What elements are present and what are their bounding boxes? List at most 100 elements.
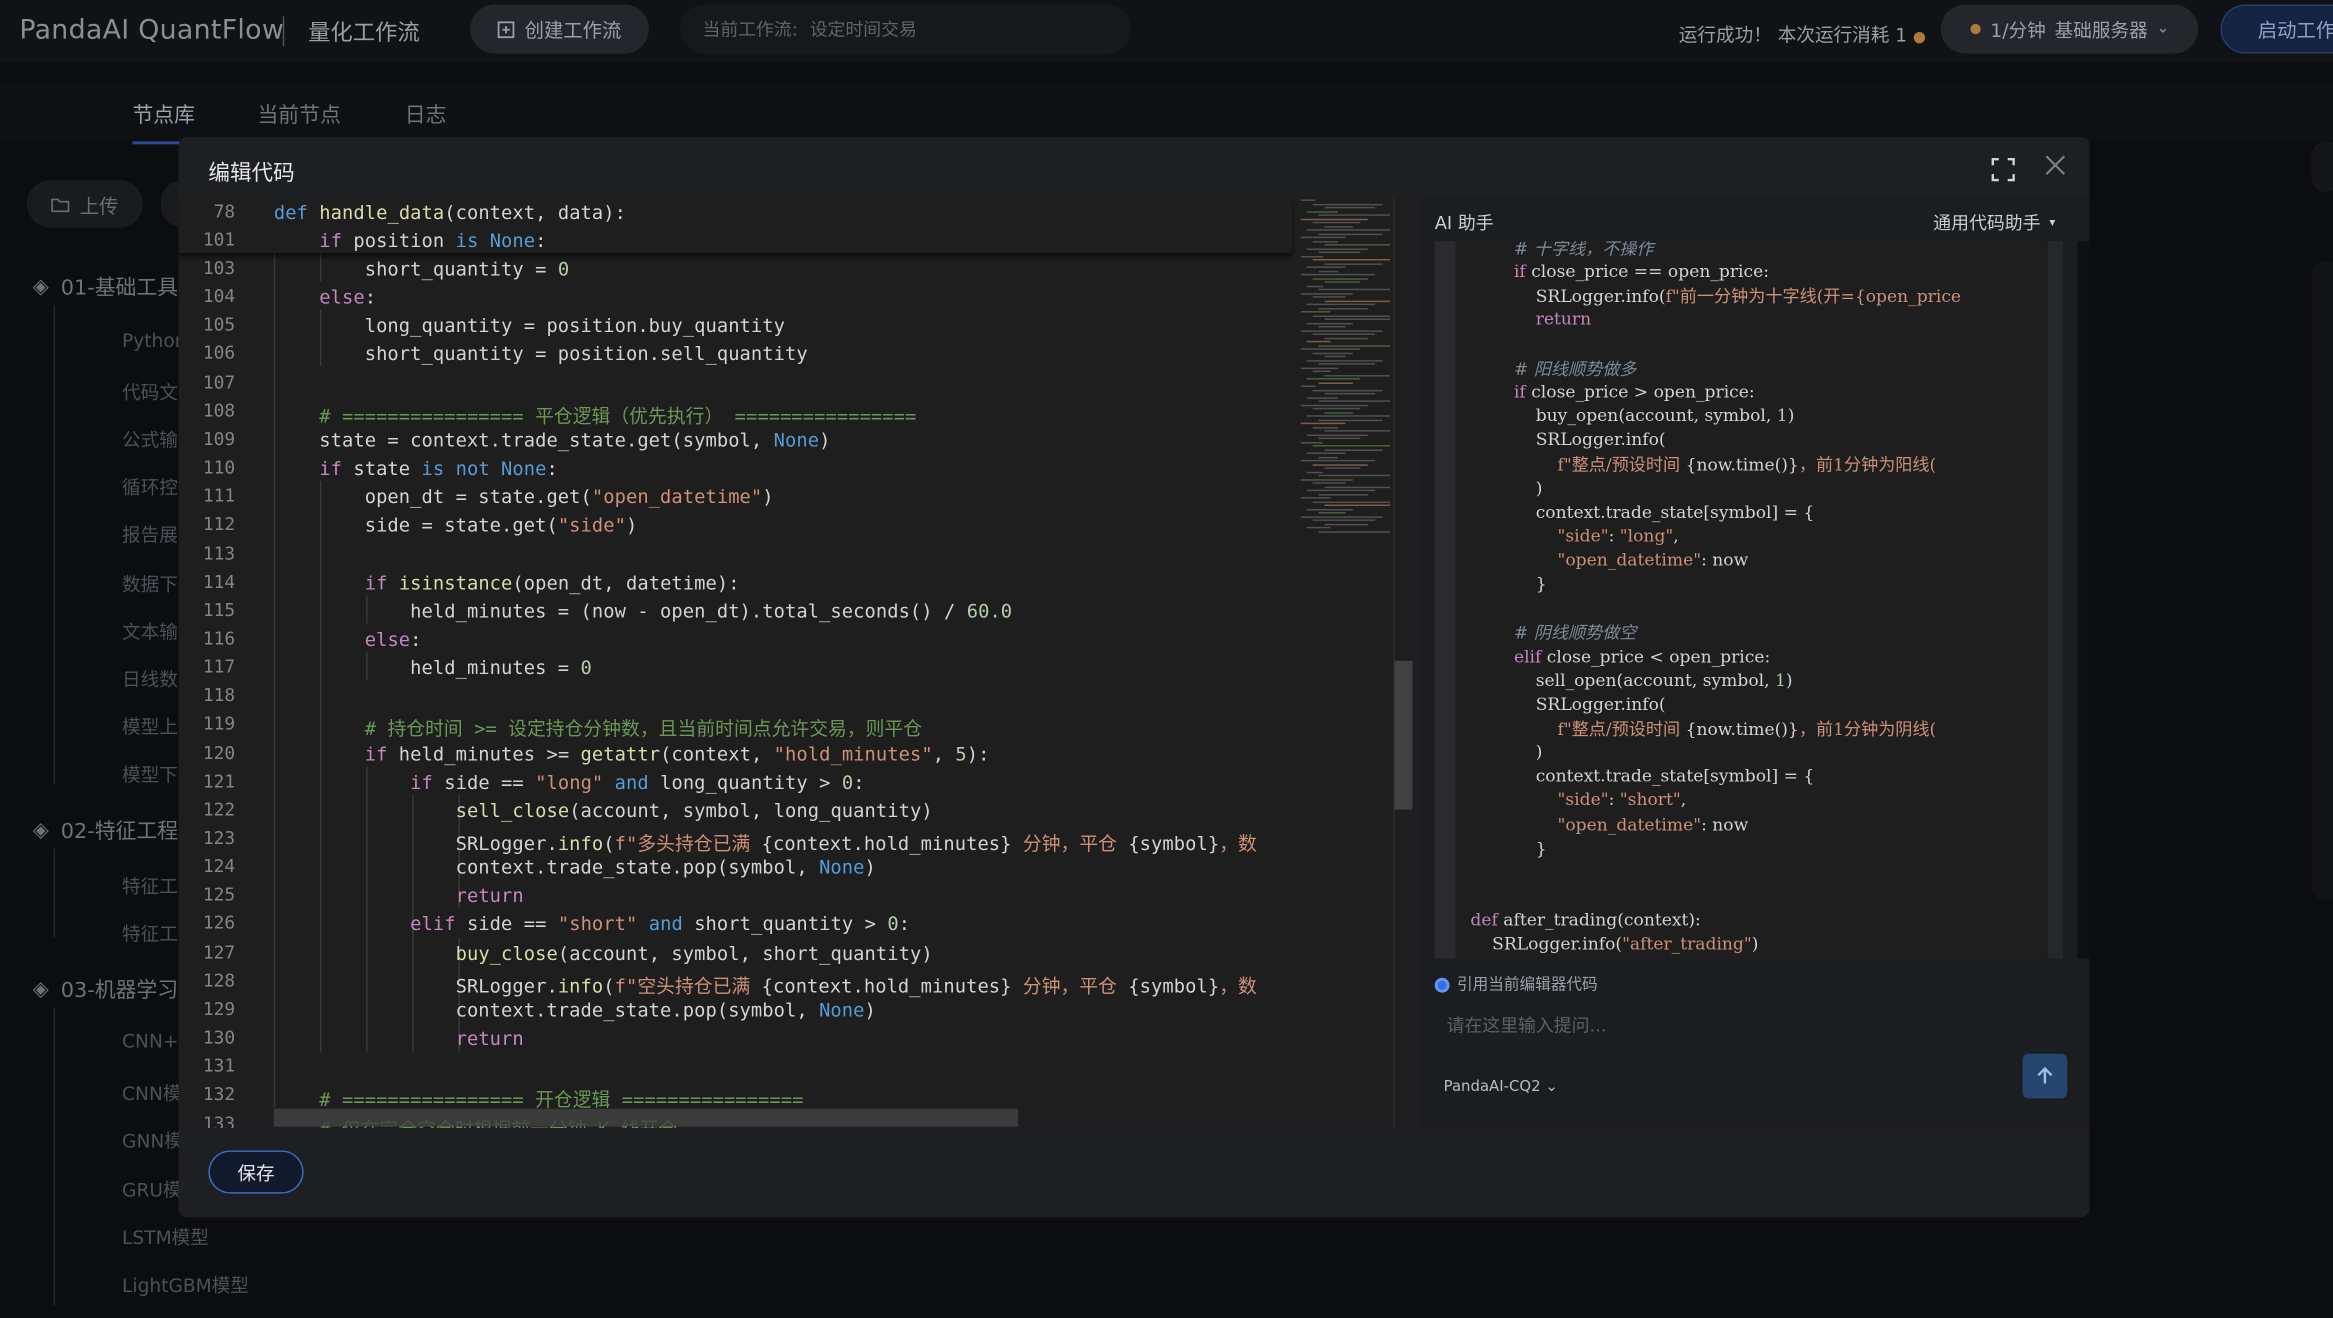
fullscreen-icon[interactable] [1991,158,2015,182]
minimap-line [1312,444,1391,447]
tree-line [53,1007,56,1306]
line-number: 115 [202,599,236,621]
minimap-line [1324,206,1376,209]
layers-icon: ◈ [32,977,49,1002]
minimap-line [1300,497,1331,499]
sticky-scroll-header: 78 def handle_data(context, data): 101 if … [178,196,1292,254]
minimap-line [1300,255,1324,257]
code-line: short_quantity = 0 [273,257,570,280]
reference-editor-toggle[interactable]: 引用当前编辑器代码 [1434,973,1598,995]
minimap-line [1306,489,1376,492]
node-item[interactable]: GNN模 [122,1125,183,1153]
minimap-line [1312,221,1361,224]
minimap-line [1318,307,1368,309]
node-item[interactable]: 公式输 [122,424,178,452]
modal-footer [178,1128,2090,1218]
line-number: 130 [202,1026,236,1048]
line-number: 128 [202,969,236,991]
tab-current-node[interactable]: 当前节点 [257,100,340,130]
line-number: 108 [202,399,236,421]
minimap-line [1318,363,1376,365]
minimap-line [1312,277,1368,280]
code-line: open_dt = state.get("open_datetime") [273,485,774,508]
line-number: 78 [213,200,236,222]
editor-scrollbar-thumb[interactable] [1394,660,1413,810]
send-button[interactable] [2022,1053,2068,1099]
code-line: def handle_data(context, data): [273,200,627,224]
node-item[interactable]: Python [122,329,187,351]
logo-divider [282,16,285,47]
current-workflow-field[interactable]: 当前工作流: 设定时间交易 [680,4,1132,54]
line-number: 110 [202,456,236,478]
node-item[interactable]: 模型上 [122,711,178,739]
code-line: long_quantity = position.buy_quantity [273,314,785,337]
node-item[interactable]: 日线数 [122,664,178,692]
start-workflow-button[interactable]: 启动工作 [2220,4,2333,54]
code-line: else: [364,627,422,651]
ai-response-code[interactable]: # 十字线，不操作 if close_price == open_price: … [1434,241,2045,959]
tab-node-library[interactable]: 节点库 [132,100,195,130]
server-select[interactable]: ● 1/分钟 基础服务器 ⌄ [1940,4,2199,54]
app-subtitle: 量化工作流 [308,19,420,47]
node-item[interactable]: 报告展 [122,519,178,547]
code-line: return [455,884,524,907]
node-item[interactable]: 模型下 [122,759,178,787]
minimap-line [1306,415,1391,417]
node-item[interactable]: LSTM模型 [122,1222,209,1250]
minimap-line [1300,441,1324,443]
category-machine-learning[interactable]: ◈ 03-机器学习 [33,975,178,1005]
line-number: 114 [202,570,236,592]
code-line: return [455,1026,524,1050]
minimap-line [1318,511,1346,514]
minimap-line [1306,378,1361,380]
node-item[interactable]: 代码文 [122,377,178,405]
node-item[interactable]: 文本输 [122,616,178,644]
node-item[interactable]: CNN模 [122,1078,181,1106]
create-workflow-button[interactable]: 创建工作流 [470,4,649,54]
minimap-line [1324,337,1368,339]
category-feature-engineering[interactable]: ◈ 02-特征工程 [33,816,178,846]
upload-button[interactable]: 上传 [26,180,143,228]
ai-code-line: "side": "short", [1557,789,1687,811]
ai-panel-scrollbar[interactable] [2077,241,2090,959]
code-minimap[interactable] [1291,196,1394,1129]
minimap-line [1324,299,1391,302]
ai-code-scrollbar[interactable] [2047,241,2063,959]
assistant-mode-select[interactable]: 通用代码助手 ▾ [1933,210,2055,235]
node-item[interactable]: 特征工 [122,871,178,899]
minimap-line [1300,366,1338,369]
question-input[interactable]: 请在这里输入提问... [1447,1012,1607,1037]
minimap-line [1324,225,1353,227]
category-basic-tools[interactable]: ◈ 01-基础工具 [33,272,178,302]
node-item[interactable]: GRU模 [122,1174,182,1202]
minimap-line [1306,247,1368,250]
line-number: 121 [202,770,236,792]
save-button[interactable]: 保存 [208,1150,304,1194]
line-number: 116 [202,627,236,649]
code-line: held_minutes = 0 [273,656,592,679]
app-root: PandaAI QuantFlow 量化工作流 创建工作流 当前工作流: 设定时… [0,0,2333,1318]
minimap-line [1312,482,1346,484]
right-panel-handle[interactable] [2311,141,2333,192]
minimap-line [1306,340,1331,343]
model-select[interactable]: PandaAI-CQ2 ⌄ [1444,1079,1558,1095]
close-icon[interactable] [2045,155,2069,179]
minimap-line [1306,526,1331,529]
minimap-line [1300,404,1368,406]
node-item[interactable]: 特征工 [122,918,178,946]
editor-horizontal-scrollbar[interactable] [273,1108,1018,1127]
minimap-line [1300,273,1376,276]
code-editor[interactable]: 103 short_quantity = 0 104 else: 105 long_… [178,196,1414,1129]
line-number: 129 [202,998,236,1020]
ai-code-line: } [1470,573,1547,594]
node-item[interactable]: 数据下 [122,569,178,597]
line-number: 127 [202,941,236,963]
ai-panel-title: AI 助手 [1434,212,1494,234]
line-number: 109 [202,428,236,450]
tree-line [53,848,56,938]
ai-code-line: context.trade_state[symbol] = { [1470,765,1815,787]
tab-log[interactable]: 日志 [405,100,447,130]
node-item[interactable]: 循环控 [122,472,178,500]
minimap-line [1306,266,1346,268]
node-item[interactable]: LightGBM模型 [122,1270,249,1298]
